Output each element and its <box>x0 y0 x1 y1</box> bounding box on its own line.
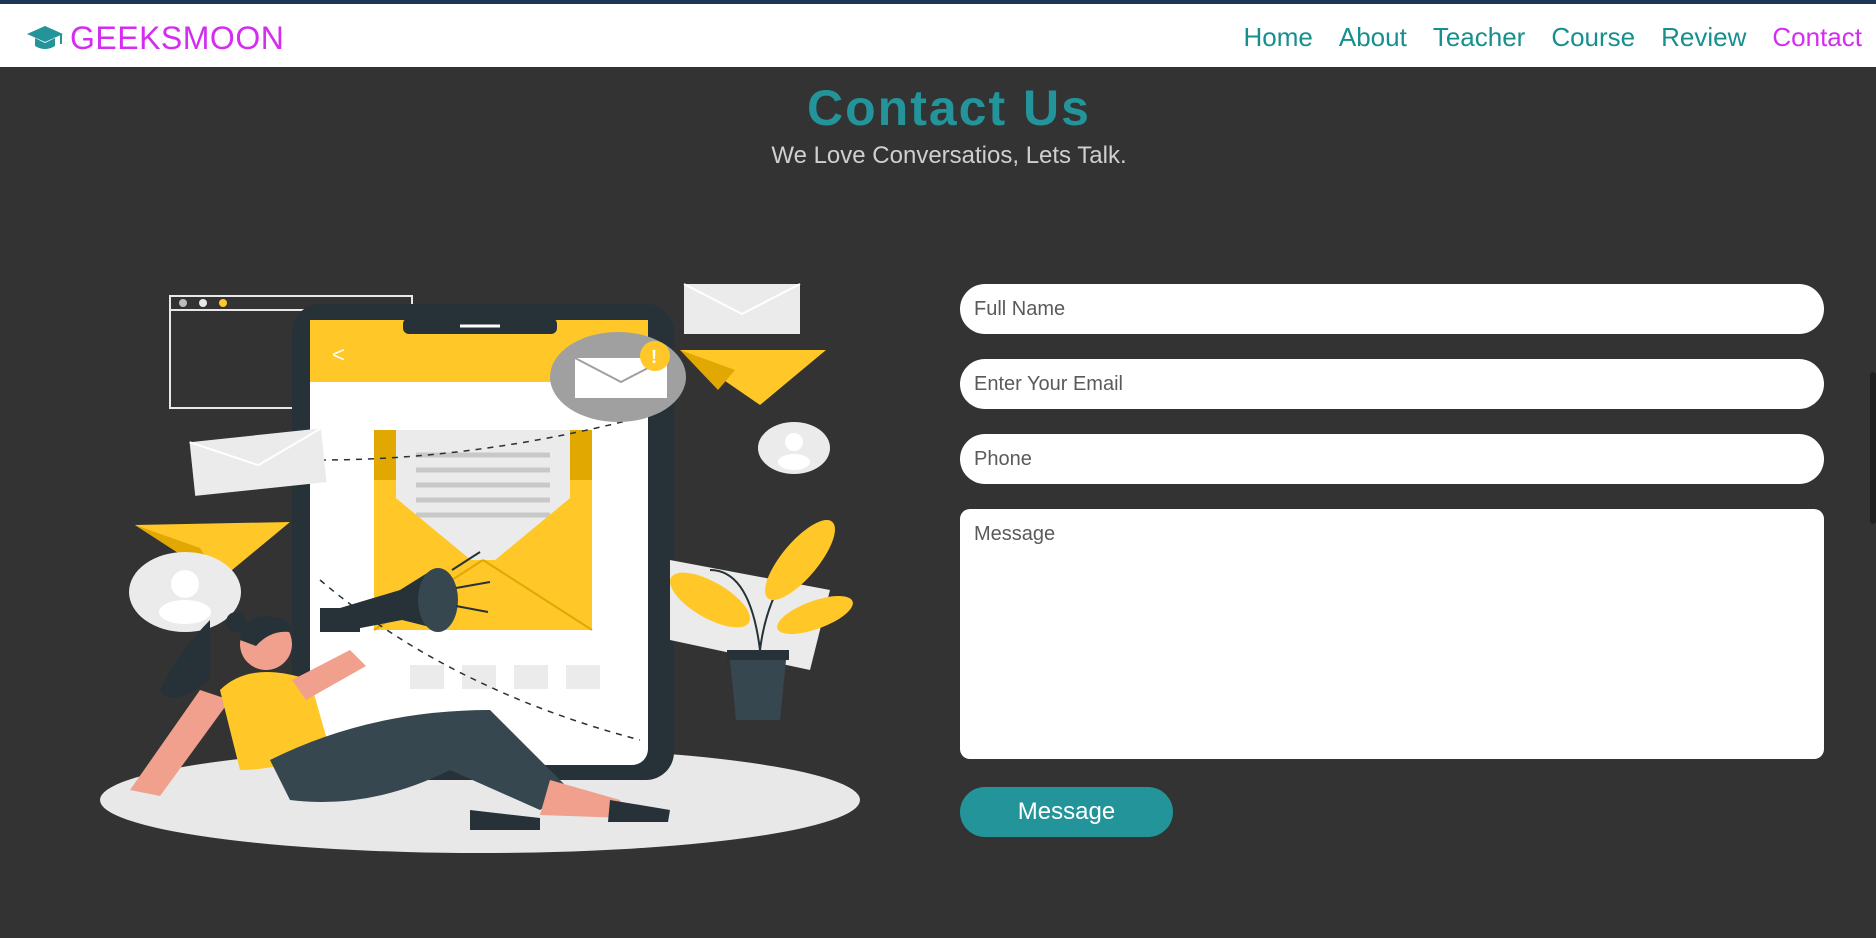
nav-home[interactable]: Home <box>1244 20 1313 54</box>
nav-teacher[interactable]: Teacher <box>1433 20 1526 54</box>
full-name-input[interactable] <box>960 284 1824 334</box>
brand-name: GEEKSMOON <box>70 20 285 56</box>
message-textarea[interactable] <box>960 509 1824 759</box>
nav-links: Home About Teacher Course Review Contact <box>1244 20 1863 54</box>
page-subtitle: We Love Conversatios, Lets Talk. <box>771 142 1127 169</box>
navbar: GEEKSMOON Home About Teacher Course Revi… <box>0 4 1876 67</box>
send-message-button[interactable]: Message <box>960 787 1173 837</box>
nav-course[interactable]: Course <box>1551 20 1635 54</box>
page-title: Contact Us <box>807 80 1091 136</box>
nav-contact[interactable]: Contact <box>1772 20 1862 54</box>
svg-text:!: ! <box>651 347 657 367</box>
nav-review[interactable]: Review <box>1661 20 1746 54</box>
scrollbar-thumb[interactable] <box>1870 372 1876 524</box>
phone-input[interactable] <box>960 434 1824 484</box>
graduation-cap-icon <box>27 26 63 49</box>
brand-logo[interactable]: GEEKSMOON <box>26 20 284 56</box>
email-input[interactable] <box>960 359 1824 409</box>
contact-illustration: < ! <box>100 283 860 853</box>
nav-about[interactable]: About <box>1339 20 1407 54</box>
svg-text:<: < <box>332 342 345 367</box>
